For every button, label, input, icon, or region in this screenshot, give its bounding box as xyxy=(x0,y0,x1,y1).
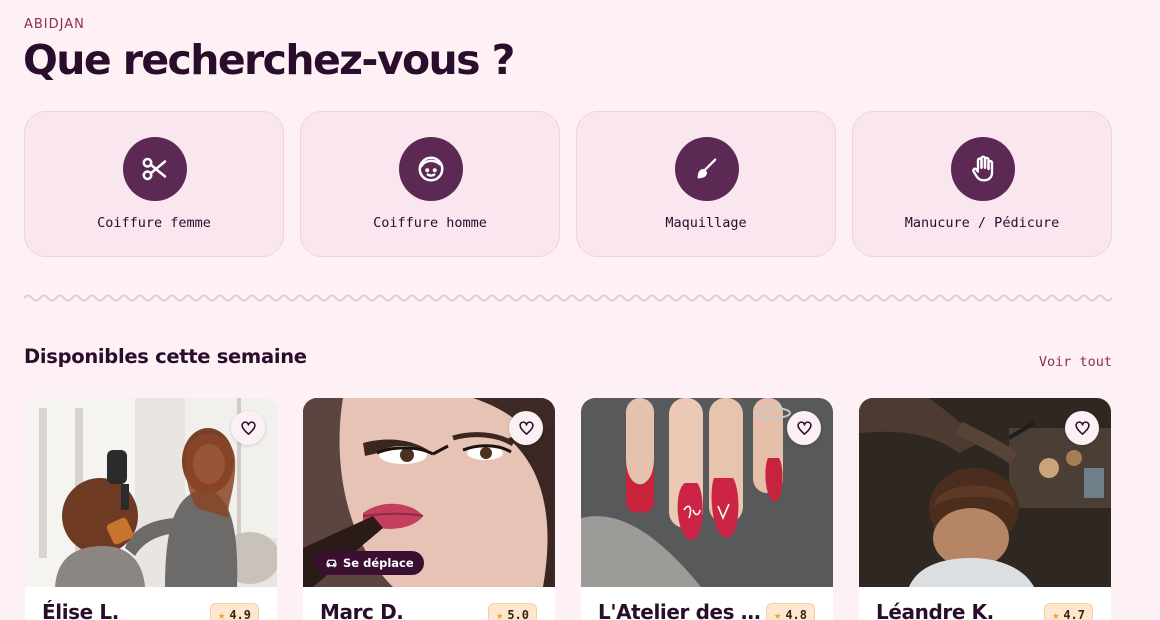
provider-card[interactable]: Se déplace Marc D. ★ 5.0 xyxy=(303,398,555,620)
rating-badge: ★ 4.7 xyxy=(1044,603,1093,620)
brush-icon xyxy=(675,137,739,201)
wave-divider xyxy=(24,294,1112,302)
category-manucure[interactable]: Manucure / Pédicure xyxy=(852,111,1112,257)
city-label: ABIDJAN xyxy=(24,17,85,32)
page-title: Que recherchez-vous ? xyxy=(23,36,515,84)
favorite-button[interactable] xyxy=(231,411,265,445)
section-title: Disponibles cette semaine xyxy=(24,345,307,368)
rating-value: 4.9 xyxy=(229,608,251,620)
provider-name: Marc D. xyxy=(320,600,404,620)
heart-icon xyxy=(1074,420,1090,435)
category-coiffure-homme[interactable]: Coiffure homme xyxy=(300,111,560,257)
rating-value: 4.8 xyxy=(785,608,807,620)
hand-icon xyxy=(951,137,1015,201)
car-icon xyxy=(326,559,337,567)
category-maquillage[interactable]: Maquillage xyxy=(576,111,836,257)
heart-icon xyxy=(518,420,534,435)
travel-badge-label: Se déplace xyxy=(343,556,414,570)
star-icon: ★ xyxy=(496,608,504,620)
scissors-icon xyxy=(123,137,187,201)
provider-card[interactable]: Élise L. ★ 4.9 xyxy=(25,398,277,620)
travel-badge: Se déplace xyxy=(315,551,424,575)
rating-badge: ★ 4.9 xyxy=(210,603,259,620)
category-label: Maquillage xyxy=(665,215,747,231)
category-coiffure-femme[interactable]: Coiffure femme xyxy=(24,111,284,257)
rating-badge: ★ 4.8 xyxy=(766,603,815,620)
heart-icon xyxy=(796,420,812,435)
category-label: Coiffure homme xyxy=(373,215,487,231)
rating-value: 4.7 xyxy=(1063,608,1085,620)
heart-icon xyxy=(240,420,256,435)
favorite-button[interactable] xyxy=(509,411,543,445)
star-icon: ★ xyxy=(774,608,782,620)
see-all-link[interactable]: Voir tout xyxy=(1039,354,1112,370)
rating-badge: ★ 5.0 xyxy=(488,603,537,620)
provider-name: Léandre K. xyxy=(876,600,994,620)
provider-name: Élise L. xyxy=(42,600,119,620)
category-label: Manucure / Pédicure xyxy=(904,215,1060,231)
category-label: Coiffure femme xyxy=(97,215,211,231)
provider-name: L'Atelier des … xyxy=(598,600,761,620)
favorite-button[interactable] xyxy=(787,411,821,445)
provider-card[interactable]: Léandre K. ★ 4.7 xyxy=(859,398,1111,620)
star-icon: ★ xyxy=(1052,608,1060,620)
provider-card[interactable]: L'Atelier des … ★ 4.8 xyxy=(581,398,833,620)
star-icon: ★ xyxy=(218,608,226,620)
rating-value: 5.0 xyxy=(507,608,529,620)
favorite-button[interactable] xyxy=(1065,411,1099,445)
face-icon xyxy=(399,137,463,201)
